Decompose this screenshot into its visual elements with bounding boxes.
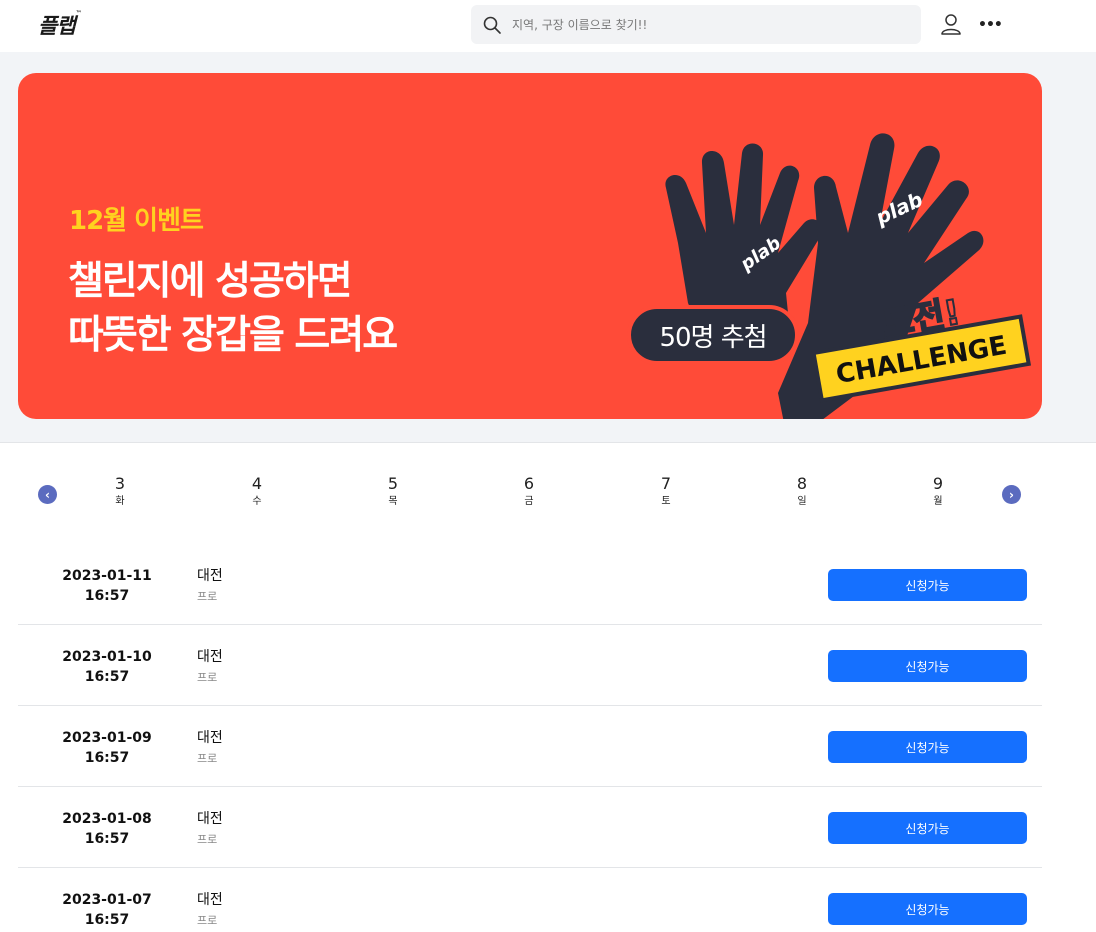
date-weekday: 토 bbox=[661, 496, 671, 507]
apply-button[interactable]: 신청가능 bbox=[828, 893, 1027, 925]
chevron-left-icon: ‹ bbox=[45, 487, 50, 502]
date-weekday: 금 bbox=[524, 496, 534, 507]
match-level: 프로 bbox=[197, 752, 218, 765]
match-date: 2023-01-07 bbox=[62, 892, 152, 908]
match-time: 16:57 bbox=[84, 831, 130, 847]
logo-trademark: ™ bbox=[75, 10, 82, 17]
match-time: 16:57 bbox=[84, 588, 130, 604]
event-banner[interactable]: 12월 이벤트 챌린지에 성공하면 따뜻한 장갑을 드려요 plab plab … bbox=[18, 73, 1042, 419]
match-time: 16:57 bbox=[84, 912, 130, 928]
chevron-right-icon: › bbox=[1009, 487, 1014, 502]
date-number: 6 bbox=[523, 474, 535, 493]
match-level: 프로 bbox=[197, 590, 218, 603]
date-item[interactable]: 4 수 bbox=[237, 474, 277, 510]
match-date: 2023-01-11 bbox=[62, 568, 152, 584]
date-picker: ‹ 3 화 4 수 5 목 6 금 7 토 8 일 9 월 › bbox=[0, 444, 1096, 544]
banner-headline: 챌린지에 성공하면 따뜻한 장갑을 드려요 bbox=[68, 255, 398, 363]
match-place: 대전 bbox=[197, 568, 223, 584]
top-header: 플랩™ ••• bbox=[0, 0, 1096, 52]
match-row[interactable]: 2023-01-07 16:57 대전 프로 신청가능 bbox=[18, 868, 1042, 932]
search-input[interactable] bbox=[512, 17, 892, 32]
search-icon bbox=[483, 16, 501, 34]
date-item[interactable]: 7 토 bbox=[646, 474, 686, 510]
match-time: 16:57 bbox=[84, 669, 130, 685]
apply-button[interactable]: 신청가능 bbox=[828, 812, 1027, 844]
match-datetime: 2023-01-08 16:57 bbox=[58, 809, 156, 849]
match-place: 대전 bbox=[197, 892, 223, 908]
date-number: 7 bbox=[660, 474, 672, 493]
lottery-pill: 50명 추첨 bbox=[627, 305, 799, 365]
match-datetime: 2023-01-10 16:57 bbox=[58, 647, 156, 687]
date-item[interactable]: 9 월 bbox=[918, 474, 958, 510]
match-date: 2023-01-08 bbox=[62, 811, 152, 827]
date-weekday: 월 bbox=[933, 496, 943, 507]
match-list: 2023-01-11 16:57 대전 프로 신청가능 2023-01-10 1… bbox=[18, 544, 1042, 932]
match-row[interactable]: 2023-01-09 16:57 대전 프로 신청가능 bbox=[18, 706, 1042, 787]
gloves-illustration: plab plab CHALLENGE 도전! bbox=[665, 133, 1032, 419]
date-weekday: 화 bbox=[115, 496, 125, 507]
apply-button[interactable]: 신청가능 bbox=[828, 731, 1027, 763]
date-item[interactable]: 3 화 bbox=[100, 474, 140, 510]
match-place: 대전 bbox=[197, 811, 223, 827]
match-place: 대전 bbox=[197, 649, 223, 665]
search-bar[interactable] bbox=[471, 5, 921, 44]
match-datetime: 2023-01-11 16:57 bbox=[58, 566, 156, 606]
match-row[interactable]: 2023-01-11 16:57 대전 프로 신청가능 bbox=[18, 544, 1042, 625]
next-week-button[interactable]: › bbox=[1002, 485, 1021, 504]
apply-button[interactable]: 신청가능 bbox=[828, 569, 1027, 601]
date-number: 3 bbox=[114, 474, 126, 493]
apply-button[interactable]: 신청가능 bbox=[828, 650, 1027, 682]
banner-headline-line2: 따뜻한 장갑을 드려요 bbox=[68, 313, 398, 358]
date-number: 4 bbox=[251, 474, 263, 493]
date-item[interactable]: 6 금 bbox=[509, 474, 549, 510]
match-datetime: 2023-01-07 16:57 bbox=[58, 890, 156, 930]
match-level: 프로 bbox=[197, 833, 218, 846]
banner-section: 12월 이벤트 챌린지에 성공하면 따뜻한 장갑을 드려요 plab plab … bbox=[0, 52, 1096, 443]
date-number: 9 bbox=[932, 474, 944, 493]
match-level: 프로 bbox=[197, 671, 218, 684]
prev-week-button[interactable]: ‹ bbox=[38, 485, 57, 504]
user-icon[interactable] bbox=[940, 13, 962, 35]
banner-headline-line1: 챌린지에 성공하면 bbox=[68, 259, 353, 304]
match-date: 2023-01-09 bbox=[62, 730, 152, 746]
more-icon[interactable]: ••• bbox=[978, 15, 1003, 35]
match-level: 프로 bbox=[197, 914, 218, 927]
logo-text: 플랩 bbox=[38, 14, 76, 38]
date-weekday: 일 bbox=[797, 496, 807, 507]
logo[interactable]: 플랩™ bbox=[38, 10, 82, 40]
date-item[interactable]: 8 일 bbox=[782, 474, 822, 510]
date-item[interactable]: 5 목 bbox=[373, 474, 413, 510]
banner-eyebrow: 12월 이벤트 bbox=[69, 206, 204, 236]
match-row[interactable]: 2023-01-10 16:57 대전 프로 신청가능 bbox=[18, 625, 1042, 706]
date-number: 8 bbox=[796, 474, 808, 493]
match-place: 대전 bbox=[197, 730, 223, 746]
match-date: 2023-01-10 bbox=[62, 649, 152, 665]
date-weekday: 목 bbox=[388, 496, 398, 507]
match-row[interactable]: 2023-01-08 16:57 대전 프로 신청가능 bbox=[18, 787, 1042, 868]
date-number: 5 bbox=[387, 474, 399, 493]
match-datetime: 2023-01-09 16:57 bbox=[58, 728, 156, 768]
date-weekday: 수 bbox=[252, 496, 262, 507]
match-time: 16:57 bbox=[84, 750, 130, 766]
